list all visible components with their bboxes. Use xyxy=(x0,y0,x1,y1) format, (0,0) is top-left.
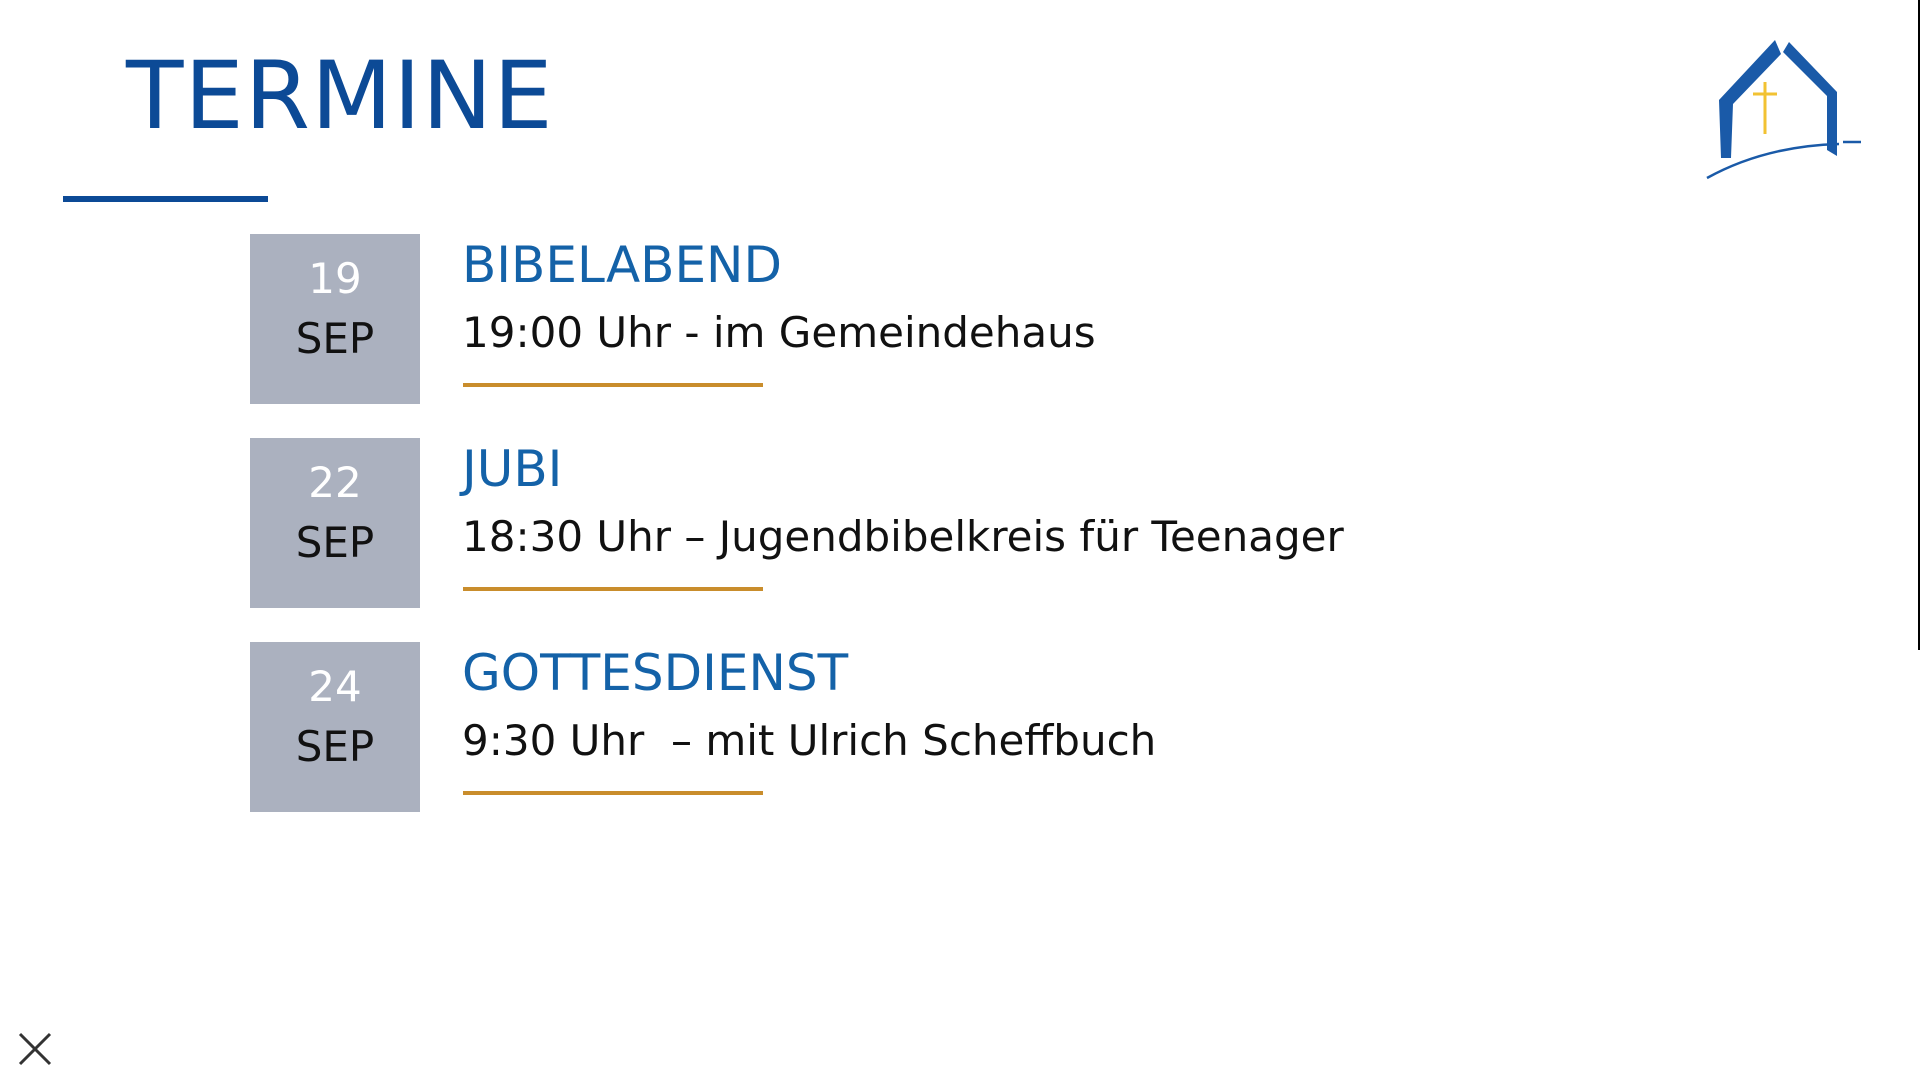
event-detail: 19:00 Uhr - im Gemeindehaus xyxy=(462,308,1096,357)
event-item: 19 SEP BIBELABEND 19:00 Uhr - im Gemeind… xyxy=(250,234,1450,438)
date-day: 24 xyxy=(308,662,362,711)
church-roof-left xyxy=(1719,40,1781,158)
event-divider xyxy=(463,587,763,591)
event-item: 24 SEP GOTTESDIENST 9:30 Uhr – mit Ulric… xyxy=(250,642,1450,846)
event-detail: 18:30 Uhr – Jugendbibelkreis für Teenage… xyxy=(462,512,1344,561)
event-item: 22 SEP JUBI 18:30 Uhr – Jugendbibelkreis… xyxy=(250,438,1450,642)
page-title: TERMINE xyxy=(126,42,554,151)
church-roof-right xyxy=(1783,42,1837,156)
slide-edge-divider xyxy=(1918,0,1920,650)
date-day: 22 xyxy=(308,458,362,507)
slide: TERMINE 19 SEP BIBELABEND 19:00 Uhr - im… xyxy=(0,0,1921,1080)
event-title: JUBI xyxy=(462,440,563,498)
event-detail: 9:30 Uhr – mit Ulrich Scheffbuch xyxy=(462,716,1157,765)
title-underline xyxy=(63,196,268,202)
event-title: GOTTESDIENST xyxy=(462,644,849,702)
date-month: SEP xyxy=(295,518,375,567)
church-logo-icon xyxy=(1706,40,1861,180)
date-badge: 24 SEP xyxy=(250,642,420,812)
close-icon[interactable] xyxy=(16,1030,54,1068)
date-badge: 22 SEP xyxy=(250,438,420,608)
event-title: BIBELABEND xyxy=(462,236,782,294)
date-badge: 19 SEP xyxy=(250,234,420,404)
date-month: SEP xyxy=(295,722,375,771)
date-month: SEP xyxy=(295,314,375,363)
events-list: 19 SEP BIBELABEND 19:00 Uhr - im Gemeind… xyxy=(250,234,1450,846)
event-divider xyxy=(463,383,763,387)
event-divider xyxy=(463,791,763,795)
date-day: 19 xyxy=(308,254,362,303)
